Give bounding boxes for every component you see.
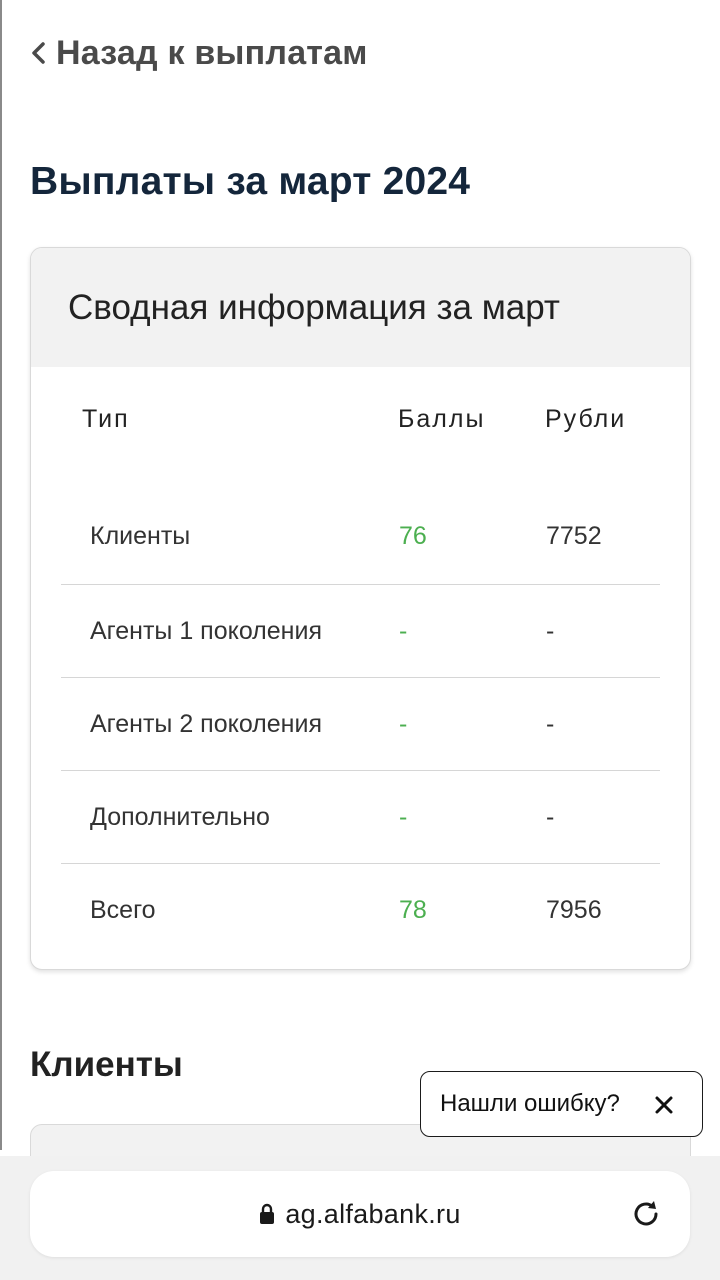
report-error-label: Нашли ошибку? xyxy=(440,1090,620,1117)
row-type: Агенты 1 поколения xyxy=(90,617,322,645)
row-rubles: - xyxy=(546,710,555,738)
row-type: Дополнительно xyxy=(90,803,270,831)
row-points: - xyxy=(399,710,408,738)
row-type: Всего xyxy=(90,896,156,924)
row-points: 76 xyxy=(399,522,427,550)
row-points: 78 xyxy=(399,896,427,924)
column-header-points: Баллы xyxy=(398,405,486,433)
row-rubles: 7956 xyxy=(546,896,602,924)
row-rubles: 7752 xyxy=(546,522,602,550)
table-row: Всего 78 7956 xyxy=(61,863,660,956)
summary-card-title: Сводная информация за март xyxy=(68,287,560,327)
back-to-payouts-link[interactable]: Назад к выплатам xyxy=(26,30,368,76)
back-link-label: Назад к выплатам xyxy=(56,33,368,72)
summary-card: Сводная информация за март Тип Баллы Руб… xyxy=(30,247,691,970)
table-row: Агенты 2 поколения - - xyxy=(61,677,660,770)
row-points: - xyxy=(399,617,408,645)
column-header-rubles: Рубли xyxy=(545,405,627,433)
page-title: Выплаты за март 2024 xyxy=(30,160,471,203)
table-row: Дополнительно - - xyxy=(61,770,660,863)
row-points: - xyxy=(399,803,408,831)
table-row: Агенты 1 поколения - - xyxy=(61,584,660,677)
summary-table-header: Тип Баллы Рубли xyxy=(31,367,690,477)
chevron-left-icon xyxy=(32,42,45,64)
summary-card-header: Сводная информация за март xyxy=(31,248,690,367)
row-rubles: - xyxy=(546,803,555,831)
address-bar-content: ag.alfabank.ru xyxy=(30,1171,690,1257)
row-rubles: - xyxy=(546,617,555,645)
address-bar[interactable]: ag.alfabank.ru xyxy=(30,1171,690,1257)
row-type: Агенты 2 поколения xyxy=(90,710,322,738)
clients-section-title: Клиенты xyxy=(30,1045,183,1084)
close-icon[interactable] xyxy=(652,1093,676,1117)
row-type: Клиенты xyxy=(90,522,191,550)
lock-icon xyxy=(260,1203,275,1224)
column-header-type: Тип xyxy=(82,405,130,433)
left-edge-divider xyxy=(0,0,2,1150)
summary-table-body: Клиенты 76 7752 Агенты 1 поколения - - А… xyxy=(61,477,660,956)
url-text: ag.alfabank.ru xyxy=(285,1198,461,1229)
report-error-button[interactable]: Нашли ошибку? xyxy=(420,1071,703,1137)
reload-icon[interactable] xyxy=(630,1198,662,1230)
table-row: Клиенты 76 7752 xyxy=(61,477,660,584)
